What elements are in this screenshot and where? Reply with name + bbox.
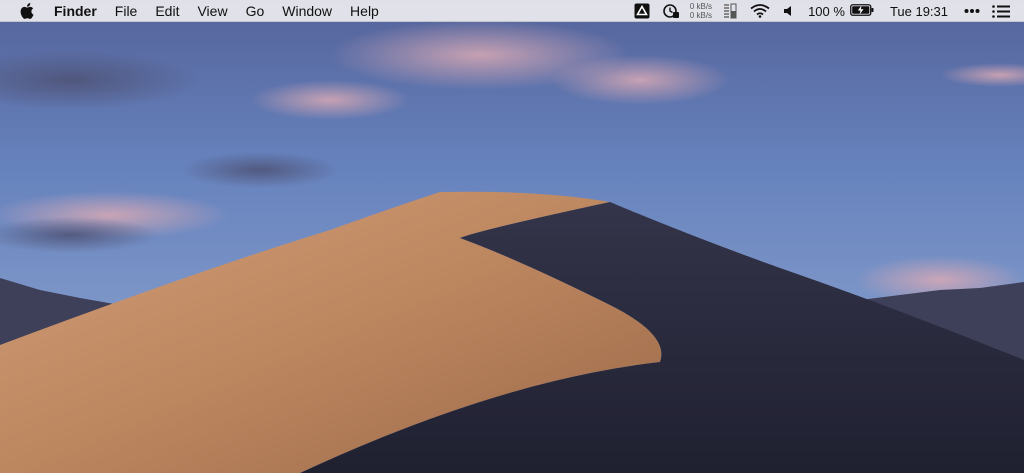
menu-bar-status: 0 kB/s 0 kB/s 100 % Tue 19:31 xyxy=(628,0,1024,22)
memory-meter-icon[interactable] xyxy=(716,0,744,22)
menu-file[interactable]: File xyxy=(106,0,147,22)
more-dots-icon[interactable] xyxy=(958,0,986,22)
battery-status[interactable]: 100 % xyxy=(802,0,880,22)
menu-edit[interactable]: Edit xyxy=(146,0,188,22)
menu-go[interactable]: Go xyxy=(237,0,274,22)
menu-bar: Finder File Edit View Go Window Help 0 k… xyxy=(0,0,1024,22)
menu-app-finder[interactable]: Finder xyxy=(54,0,106,22)
battery-percent: 100 % xyxy=(808,3,845,19)
desktop-wallpaper xyxy=(0,0,1024,473)
menu-clock[interactable]: Tue 19:31 xyxy=(880,0,958,22)
time-machine-icon[interactable] xyxy=(656,0,686,22)
menu-view[interactable]: View xyxy=(188,0,236,22)
menu-help[interactable]: Help xyxy=(341,0,388,22)
notification-center-icon[interactable] xyxy=(986,0,1024,22)
menu-bar-left: Finder File Edit View Go Window Help xyxy=(0,0,388,22)
apple-menu-icon[interactable] xyxy=(0,0,54,22)
net-download-speed: 0 kB/s xyxy=(689,11,713,20)
google-drive-icon[interactable] xyxy=(628,0,656,22)
menu-window[interactable]: Window xyxy=(273,0,341,22)
network-speed[interactable]: 0 kB/s 0 kB/s xyxy=(686,2,716,20)
net-upload-speed: 0 kB/s xyxy=(689,2,713,11)
volume-icon[interactable] xyxy=(776,0,802,22)
battery-charging-icon xyxy=(850,3,874,19)
wifi-icon[interactable] xyxy=(744,0,776,22)
desktop: Finder File Edit View Go Window Help 0 k… xyxy=(0,0,1024,473)
